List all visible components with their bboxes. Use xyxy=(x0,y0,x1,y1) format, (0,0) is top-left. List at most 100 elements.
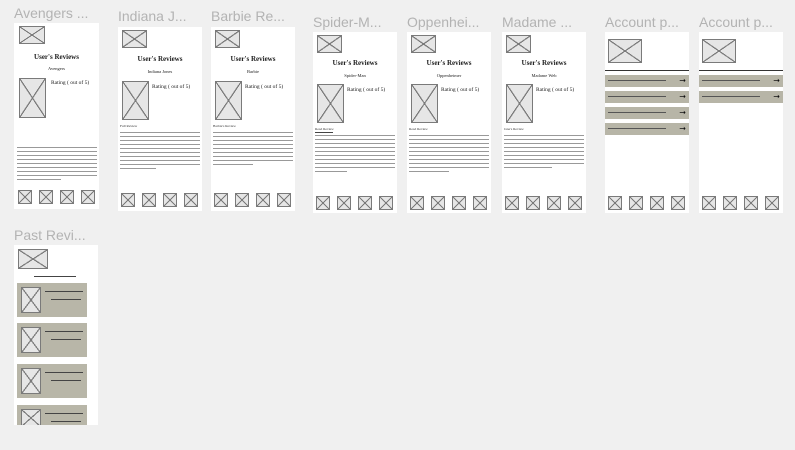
nav-icon[interactable] xyxy=(214,193,228,207)
logo-placeholder xyxy=(317,35,342,53)
nav-icon[interactable] xyxy=(235,193,249,207)
page-title: User's Reviews xyxy=(426,59,472,67)
logo-placeholder xyxy=(411,35,436,53)
nav-icon[interactable] xyxy=(452,196,466,210)
review-body xyxy=(409,133,489,179)
nav-icon[interactable] xyxy=(650,196,664,210)
nav-icon[interactable] xyxy=(765,196,779,210)
nav-icon[interactable] xyxy=(316,196,330,210)
nav-icon[interactable] xyxy=(379,196,393,210)
account-page: ➞ ➞ xyxy=(699,32,783,213)
frame-label[interactable]: Account p... xyxy=(699,14,773,30)
rating-label: Rating ( out of 5) xyxy=(152,84,191,90)
past-review-item[interactable] xyxy=(17,364,87,398)
account-option-button[interactable]: ➞ xyxy=(699,91,783,103)
nav-icon[interactable] xyxy=(629,196,643,210)
logo-placeholder xyxy=(215,30,240,48)
review-author: Full Review xyxy=(120,124,138,128)
poster-placeholder xyxy=(21,368,41,394)
nav-icon[interactable] xyxy=(39,190,53,204)
past-review-item[interactable] xyxy=(17,323,87,357)
poster-placeholder xyxy=(506,84,533,123)
review-page: User's Reviews Avengers Rating ( out of … xyxy=(14,23,99,209)
page-title: User's Reviews xyxy=(34,53,79,61)
frame-label[interactable]: Oppenhei... xyxy=(407,14,479,30)
poster-placeholder xyxy=(215,81,242,120)
divider xyxy=(699,70,783,71)
nav-icon[interactable] xyxy=(358,196,372,210)
past-review-item[interactable] xyxy=(17,405,87,425)
nav-icon[interactable] xyxy=(431,196,445,210)
nav-icon[interactable] xyxy=(121,193,135,207)
past-review-item[interactable] xyxy=(17,283,87,317)
nav-icon[interactable] xyxy=(473,196,487,210)
nav-icon[interactable] xyxy=(526,196,540,210)
nav-icon[interactable] xyxy=(277,193,291,207)
account-option-button[interactable]: ➞ xyxy=(699,75,783,87)
frame-label[interactable]: Spider-M... xyxy=(313,14,381,30)
nav-icon[interactable] xyxy=(337,196,351,210)
arrow-right-icon: ➞ xyxy=(773,92,780,101)
nav-icon[interactable] xyxy=(547,196,561,210)
arrow-right-icon: ➞ xyxy=(679,124,686,133)
frame-label[interactable]: Indiana J... xyxy=(118,8,187,24)
movie-title: Indiana Jones xyxy=(147,69,173,74)
review-page: User's Reviews Madame Web Rating ( out o… xyxy=(502,32,586,213)
nav-icon[interactable] xyxy=(60,190,74,204)
nav-icon[interactable] xyxy=(142,193,156,207)
review-body xyxy=(504,133,584,179)
nav-icon[interactable] xyxy=(723,196,737,210)
frame-label[interactable]: Barbie Re... xyxy=(211,8,285,24)
review-author: Jane's Review xyxy=(504,127,524,131)
page-title: User's Reviews xyxy=(230,55,276,63)
nav-icon[interactable] xyxy=(568,196,582,210)
poster-placeholder xyxy=(411,84,438,123)
divider xyxy=(605,70,689,71)
nav-icon[interactable] xyxy=(744,196,758,210)
arrow-right-icon: ➞ xyxy=(679,92,686,101)
nav-icon[interactable] xyxy=(256,193,270,207)
arrow-right-icon: ➞ xyxy=(679,76,686,85)
logo-placeholder xyxy=(122,30,147,48)
movie-title: Madame Web xyxy=(531,73,557,78)
nav-icon[interactable] xyxy=(505,196,519,210)
review-author: Barbie's Review xyxy=(213,124,236,128)
past-reviews-page xyxy=(14,245,98,425)
account-option-button[interactable]: ➞ xyxy=(605,123,689,135)
nav-icon[interactable] xyxy=(410,196,424,210)
rating-label: Rating ( out of 5) xyxy=(51,80,90,86)
rating-label: Rating ( out of 5) xyxy=(245,84,284,90)
logo-placeholder xyxy=(702,39,736,63)
poster-placeholder xyxy=(21,409,41,425)
logo-placeholder xyxy=(506,35,531,53)
nav-icon[interactable] xyxy=(608,196,622,210)
account-page: ➞ ➞ ➞ ➞ xyxy=(605,32,689,213)
nav-icon[interactable] xyxy=(81,190,95,204)
frame-label[interactable]: Account p... xyxy=(605,14,679,30)
rating-label: Rating ( out of 5) xyxy=(347,87,386,93)
account-option-button[interactable]: ➞ xyxy=(605,91,689,103)
review-body xyxy=(315,133,395,179)
nav-icon[interactable] xyxy=(163,193,177,207)
frame-label[interactable]: Madame ... xyxy=(502,14,572,30)
rating-label: Rating ( out of 5) xyxy=(441,87,480,93)
review-body xyxy=(120,130,200,178)
arrow-right-icon: ➞ xyxy=(679,108,686,117)
nav-icon[interactable] xyxy=(18,190,32,204)
logo-placeholder xyxy=(18,249,48,269)
movie-title: Avengers xyxy=(48,66,65,71)
account-option-button[interactable]: ➞ xyxy=(605,107,689,119)
frame-label[interactable]: Avengers ... xyxy=(14,5,88,21)
movie-title: Spider-Man xyxy=(344,73,366,78)
poster-placeholder xyxy=(317,84,344,123)
review-page: User's Reviews Oppenheimer Rating ( out … xyxy=(407,32,491,213)
nav-icon[interactable] xyxy=(671,196,685,210)
nav-icon[interactable] xyxy=(702,196,716,210)
review-page: User's Reviews Barbie Rating ( out of 5)… xyxy=(211,27,295,211)
frame-label[interactable]: Past Revi... xyxy=(14,227,86,243)
page-title: User's Reviews xyxy=(137,55,183,63)
nav-icon[interactable] xyxy=(184,193,198,207)
movie-title: Barbie xyxy=(247,69,259,74)
account-option-button[interactable]: ➞ xyxy=(605,75,689,87)
page-title: User's Reviews xyxy=(521,59,567,67)
